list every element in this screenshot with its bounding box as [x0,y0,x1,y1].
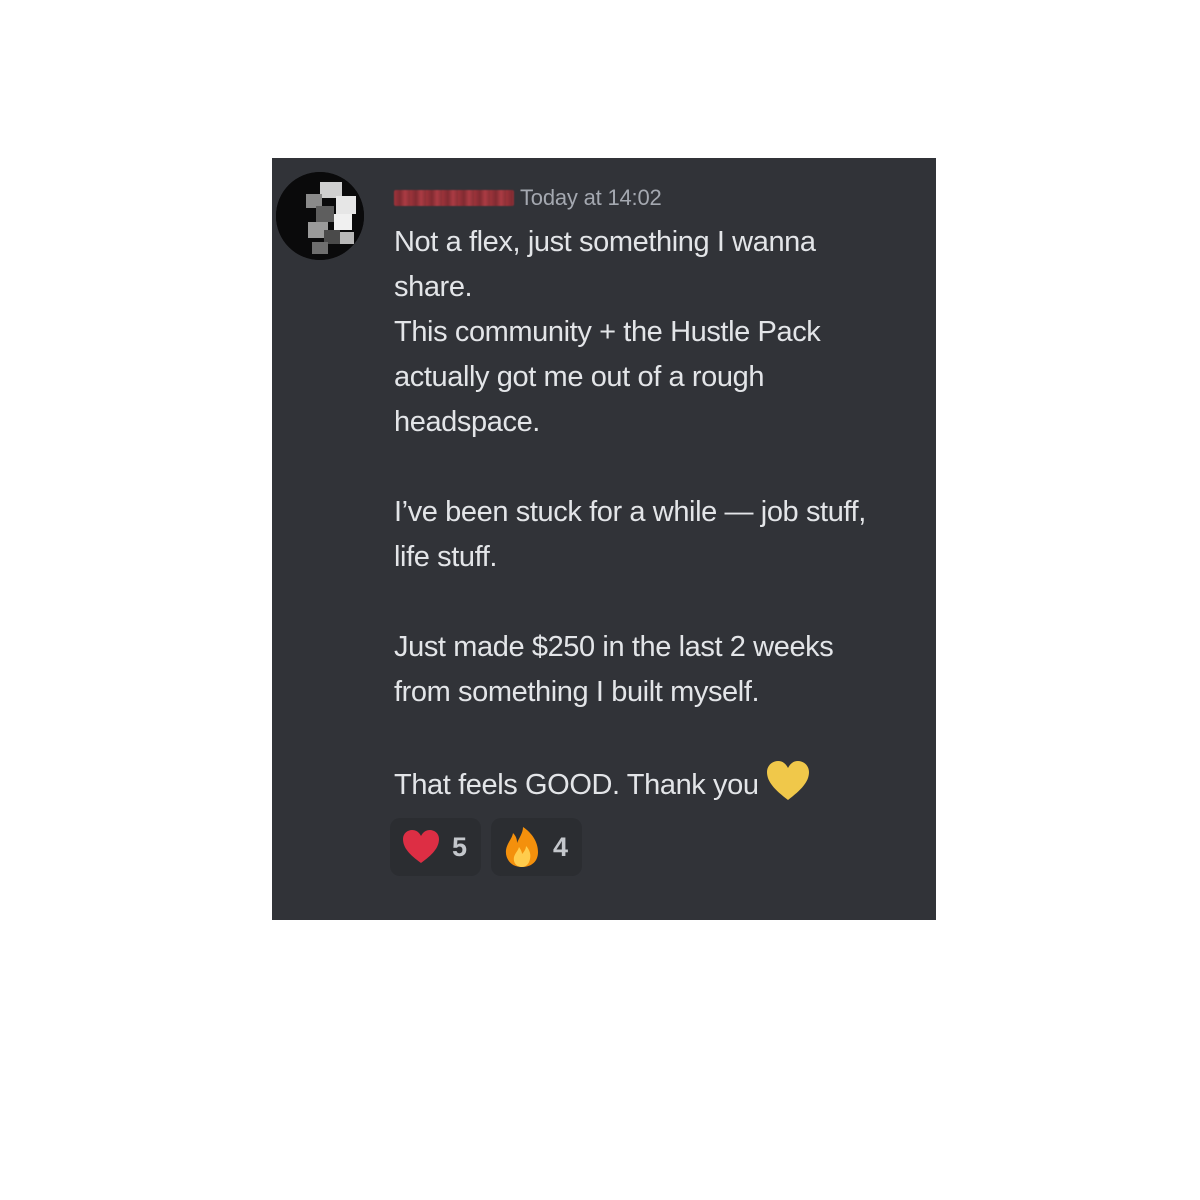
message-line: This community + the Hustle Pack [394,316,821,348]
message-line: from something I built myself. [394,676,760,708]
message-line: life stuff. [394,541,498,573]
message-line: share. [394,271,473,303]
reactions-bar: 5 4 [390,818,583,876]
red-heart-icon [400,826,442,868]
fire-icon [501,826,543,868]
username-redacted[interactable] [394,190,514,206]
message-line: I’ve been stuck for a while — job stuff, [394,496,866,528]
timestamp: Today at 14:02 [520,185,662,210]
message-line: That feels GOOD. Thank you [394,769,759,801]
avatar-pixel [336,196,356,214]
message-line-with-emoji: That feels GOOD. Thank you [394,760,924,816]
yellow-heart-icon [765,760,811,816]
reaction-count: 4 [553,831,569,862]
avatar-pixel [316,206,334,222]
message-line: actually got me out of a rough [394,361,765,393]
message-line: Not a flex, just something I wanna [394,226,816,258]
message-line: headspace. [394,406,540,438]
chat-message-card: Today at 14:02 Not a flex, just somethin… [272,158,936,920]
reaction-heart[interactable]: 5 [390,818,482,876]
avatar-pixel [334,214,352,230]
reaction-fire[interactable]: 4 [491,818,583,876]
message-body: Not a flex, just something I wanna share… [394,220,924,816]
avatar-pixel [312,242,328,254]
avatar-pixel [340,232,354,244]
message-line: Just made $250 in the last 2 weeks [394,631,834,663]
reaction-count: 5 [452,831,468,862]
message-header: Today at 14:02 [394,182,662,214]
avatar[interactable] [276,172,364,260]
